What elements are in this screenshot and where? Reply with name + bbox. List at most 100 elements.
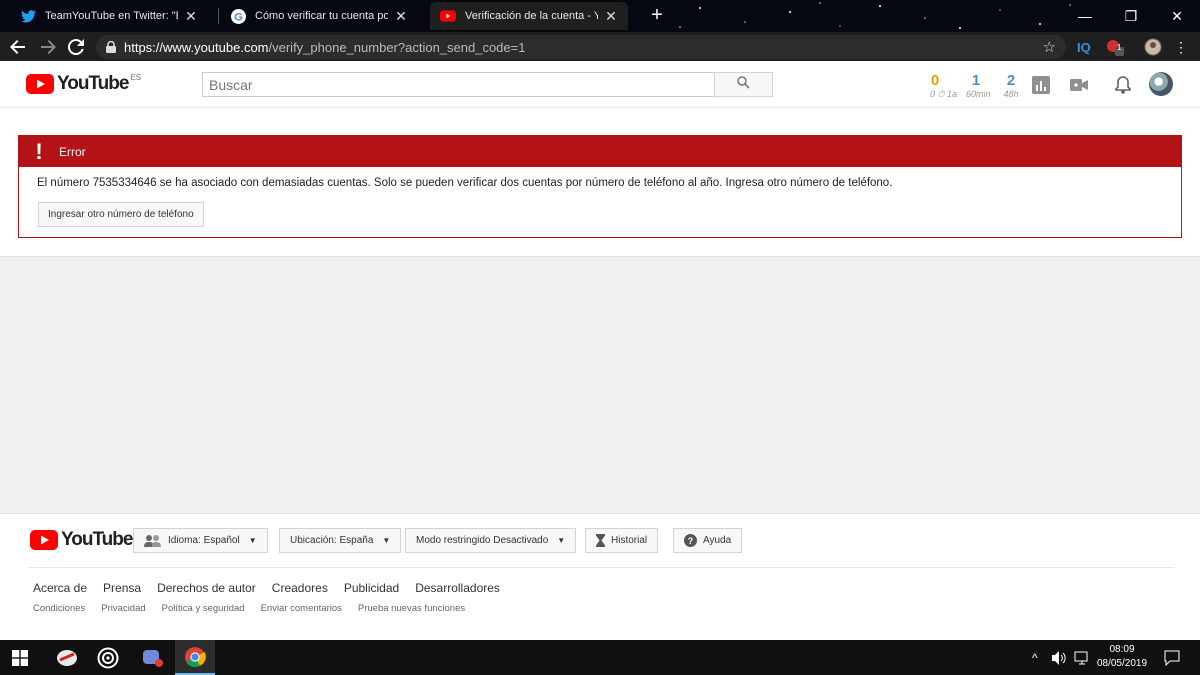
help-label: Ayuda bbox=[703, 535, 732, 546]
footer-link-terms[interactable]: Condiciones bbox=[33, 603, 85, 614]
tab-close-icon[interactable]: ✕ bbox=[604, 8, 618, 25]
footer-link-test-features[interactable]: Prueba nuevas funciones bbox=[358, 603, 465, 614]
language-button[interactable]: Idioma: Español ▼ bbox=[133, 528, 268, 553]
chevron-down-icon: ▼ bbox=[557, 536, 566, 545]
youtube-header: YouTube ES 0 0 ⏱ 1a 1 60min 2 48h bbox=[0, 61, 1200, 108]
footer-link-copyright[interactable]: Derechos de autor bbox=[157, 581, 256, 595]
notification-center-icon[interactable] bbox=[1164, 640, 1180, 675]
lock-icon bbox=[106, 41, 116, 53]
minimize-button[interactable]: — bbox=[1062, 0, 1108, 32]
footer-primary-links: Acerca de Prensa Derechos de autor Cread… bbox=[33, 581, 500, 595]
clock-date: 08/05/2019 bbox=[1096, 658, 1148, 669]
volume-icon[interactable] bbox=[1052, 640, 1068, 675]
search-input[interactable] bbox=[202, 72, 715, 97]
footer-link-about[interactable]: Acerca de bbox=[33, 581, 87, 595]
language-people-icon bbox=[144, 534, 162, 547]
taskbar-chrome-icon[interactable] bbox=[175, 640, 215, 675]
back-icon[interactable] bbox=[6, 35, 30, 59]
google-icon: G bbox=[230, 8, 246, 24]
tab-close-icon[interactable]: ✕ bbox=[184, 8, 198, 25]
browser-tab-bar: TeamYouTube en Twitter: "Enter ✕ G Cómo … bbox=[0, 0, 1200, 32]
exclamation-icon: ! bbox=[35, 139, 43, 164]
footer-link-developers[interactable]: Desarrolladores bbox=[415, 581, 500, 595]
footer-link-advertise[interactable]: Publicidad bbox=[344, 581, 399, 595]
new-tab-button[interactable]: + bbox=[646, 4, 668, 27]
tab-title: TeamYouTube en Twitter: "Enter bbox=[45, 10, 178, 22]
search-icon bbox=[737, 75, 750, 94]
windows-taskbar: ^ 08:09 08/05/2019 bbox=[0, 640, 1200, 675]
address-bar[interactable]: https://www.youtube.com/verify_phone_num… bbox=[96, 35, 1066, 59]
main-content: ! Error El número 7535334646 se ha asoci… bbox=[0, 108, 1200, 257]
tab-title: Verificación de la cuenta - YouTu bbox=[465, 10, 598, 22]
taskbar-app-icon[interactable] bbox=[47, 640, 87, 675]
url-path: /verify_phone_number?action_send_code=1 bbox=[268, 39, 526, 55]
footer-link-feedback[interactable]: Enviar comentarios bbox=[261, 603, 342, 614]
history-button[interactable]: Historial bbox=[585, 528, 659, 553]
help-button[interactable]: ? Ayuda bbox=[673, 528, 743, 553]
stat-label: 60min bbox=[966, 89, 991, 99]
footer-link-press[interactable]: Prensa bbox=[103, 581, 141, 595]
error-title: Error bbox=[59, 144, 86, 159]
tab-close-icon[interactable]: ✕ bbox=[394, 8, 408, 25]
youtube-icon bbox=[440, 8, 456, 24]
profile-avatar-icon[interactable] bbox=[1142, 37, 1164, 57]
taskbar-target-app-icon[interactable] bbox=[88, 640, 128, 675]
youtube-logo[interactable]: YouTube ES bbox=[26, 73, 141, 95]
analytics-icon[interactable] bbox=[1030, 74, 1052, 96]
tab-youtube-active[interactable]: Verificación de la cuenta - YouTu ✕ bbox=[430, 2, 628, 30]
forward-icon[interactable] bbox=[36, 35, 60, 59]
error-alert: ! Error El número 7535334646 se ha asoci… bbox=[18, 135, 1182, 238]
svg-text:IQ: IQ bbox=[1077, 40, 1091, 54]
location-label: Ubicación: España bbox=[290, 535, 374, 546]
error-header: ! Error bbox=[19, 136, 1181, 167]
menu-kebab-icon[interactable]: ⋮ bbox=[1172, 37, 1190, 57]
footer-link-privacy[interactable]: Privacidad bbox=[101, 603, 145, 614]
account-avatar[interactable] bbox=[1149, 72, 1173, 96]
reload-icon[interactable] bbox=[64, 35, 88, 59]
tab-title: Cómo verificar tu cuenta por telé bbox=[255, 10, 388, 22]
tab-google[interactable]: G Cómo verificar tu cuenta por telé ✕ bbox=[220, 2, 418, 30]
stat-counter: 0 0 ⏱ 1a bbox=[926, 72, 957, 100]
close-window-button[interactable]: ✕ bbox=[1154, 0, 1200, 32]
bookmark-star-icon[interactable]: ☆ bbox=[1043, 38, 1056, 56]
taskbar-discord-icon[interactable] bbox=[133, 640, 173, 675]
upload-video-icon[interactable] bbox=[1068, 74, 1090, 96]
logo-wordmark: YouTube bbox=[57, 73, 129, 94]
url-host: https://www.youtube.com bbox=[124, 39, 269, 55]
windows-start-icon[interactable] bbox=[0, 640, 40, 675]
restricted-mode-button[interactable]: Modo restringido Desactivado ▼ bbox=[405, 528, 577, 553]
iq-extension-icon[interactable]: IQ bbox=[1076, 37, 1094, 57]
footer-divider bbox=[28, 567, 1174, 568]
clock-time: 08:09 bbox=[1109, 644, 1135, 655]
language-label: Idioma: Español bbox=[168, 535, 240, 546]
maximize-button[interactable]: ❐ bbox=[1108, 0, 1154, 32]
extension-badge-icon[interactable]: 1 bbox=[1104, 37, 1126, 57]
history-label: Historial bbox=[611, 535, 648, 546]
footer-logo-wordmark: YouTube bbox=[61, 529, 133, 550]
search-button[interactable] bbox=[714, 72, 773, 97]
footer-link-creators[interactable]: Creadores bbox=[272, 581, 328, 595]
stat-counter: 2 48h bbox=[1002, 73, 1020, 100]
notifications-bell-icon[interactable] bbox=[1112, 74, 1134, 96]
svg-text:G: G bbox=[234, 11, 243, 23]
browser-toolbar: https://www.youtube.com/verify_phone_num… bbox=[0, 32, 1200, 61]
stat-value: 2 bbox=[1006, 72, 1016, 89]
tab-twitter[interactable]: TeamYouTube en Twitter: "Enter ✕ bbox=[10, 2, 208, 30]
twitter-icon bbox=[20, 8, 36, 24]
help-icon: ? bbox=[684, 534, 697, 547]
stat-counter: 1 60min bbox=[966, 73, 991, 100]
extension-badge-count: 1 bbox=[1117, 43, 1122, 52]
stat-value: 0 bbox=[930, 72, 940, 89]
taskbar-clock[interactable]: 08:09 08/05/2019 bbox=[1086, 643, 1158, 671]
footer-secondary-links: Condiciones Privacidad Política y seguri… bbox=[33, 603, 465, 614]
error-message: El número 7535334646 se ha asociado con … bbox=[37, 177, 893, 189]
logo-region: ES bbox=[130, 73, 142, 82]
footer-youtube-logo[interactable]: YouTube bbox=[30, 529, 133, 551]
svg-text:?: ? bbox=[688, 536, 694, 546]
restricted-mode-label: Modo restringido Desactivado bbox=[416, 535, 549, 546]
youtube-footer: YouTube Idioma: Español ▼ Ubicación: Esp… bbox=[0, 513, 1200, 640]
enter-other-phone-button[interactable]: Ingresar otro número de teléfono bbox=[38, 202, 204, 227]
footer-link-policy-safety[interactable]: Política y seguridad bbox=[162, 603, 245, 614]
tray-chevron-up-icon[interactable]: ^ bbox=[1032, 640, 1038, 675]
location-button[interactable]: Ubicación: España ▼ bbox=[279, 528, 402, 553]
